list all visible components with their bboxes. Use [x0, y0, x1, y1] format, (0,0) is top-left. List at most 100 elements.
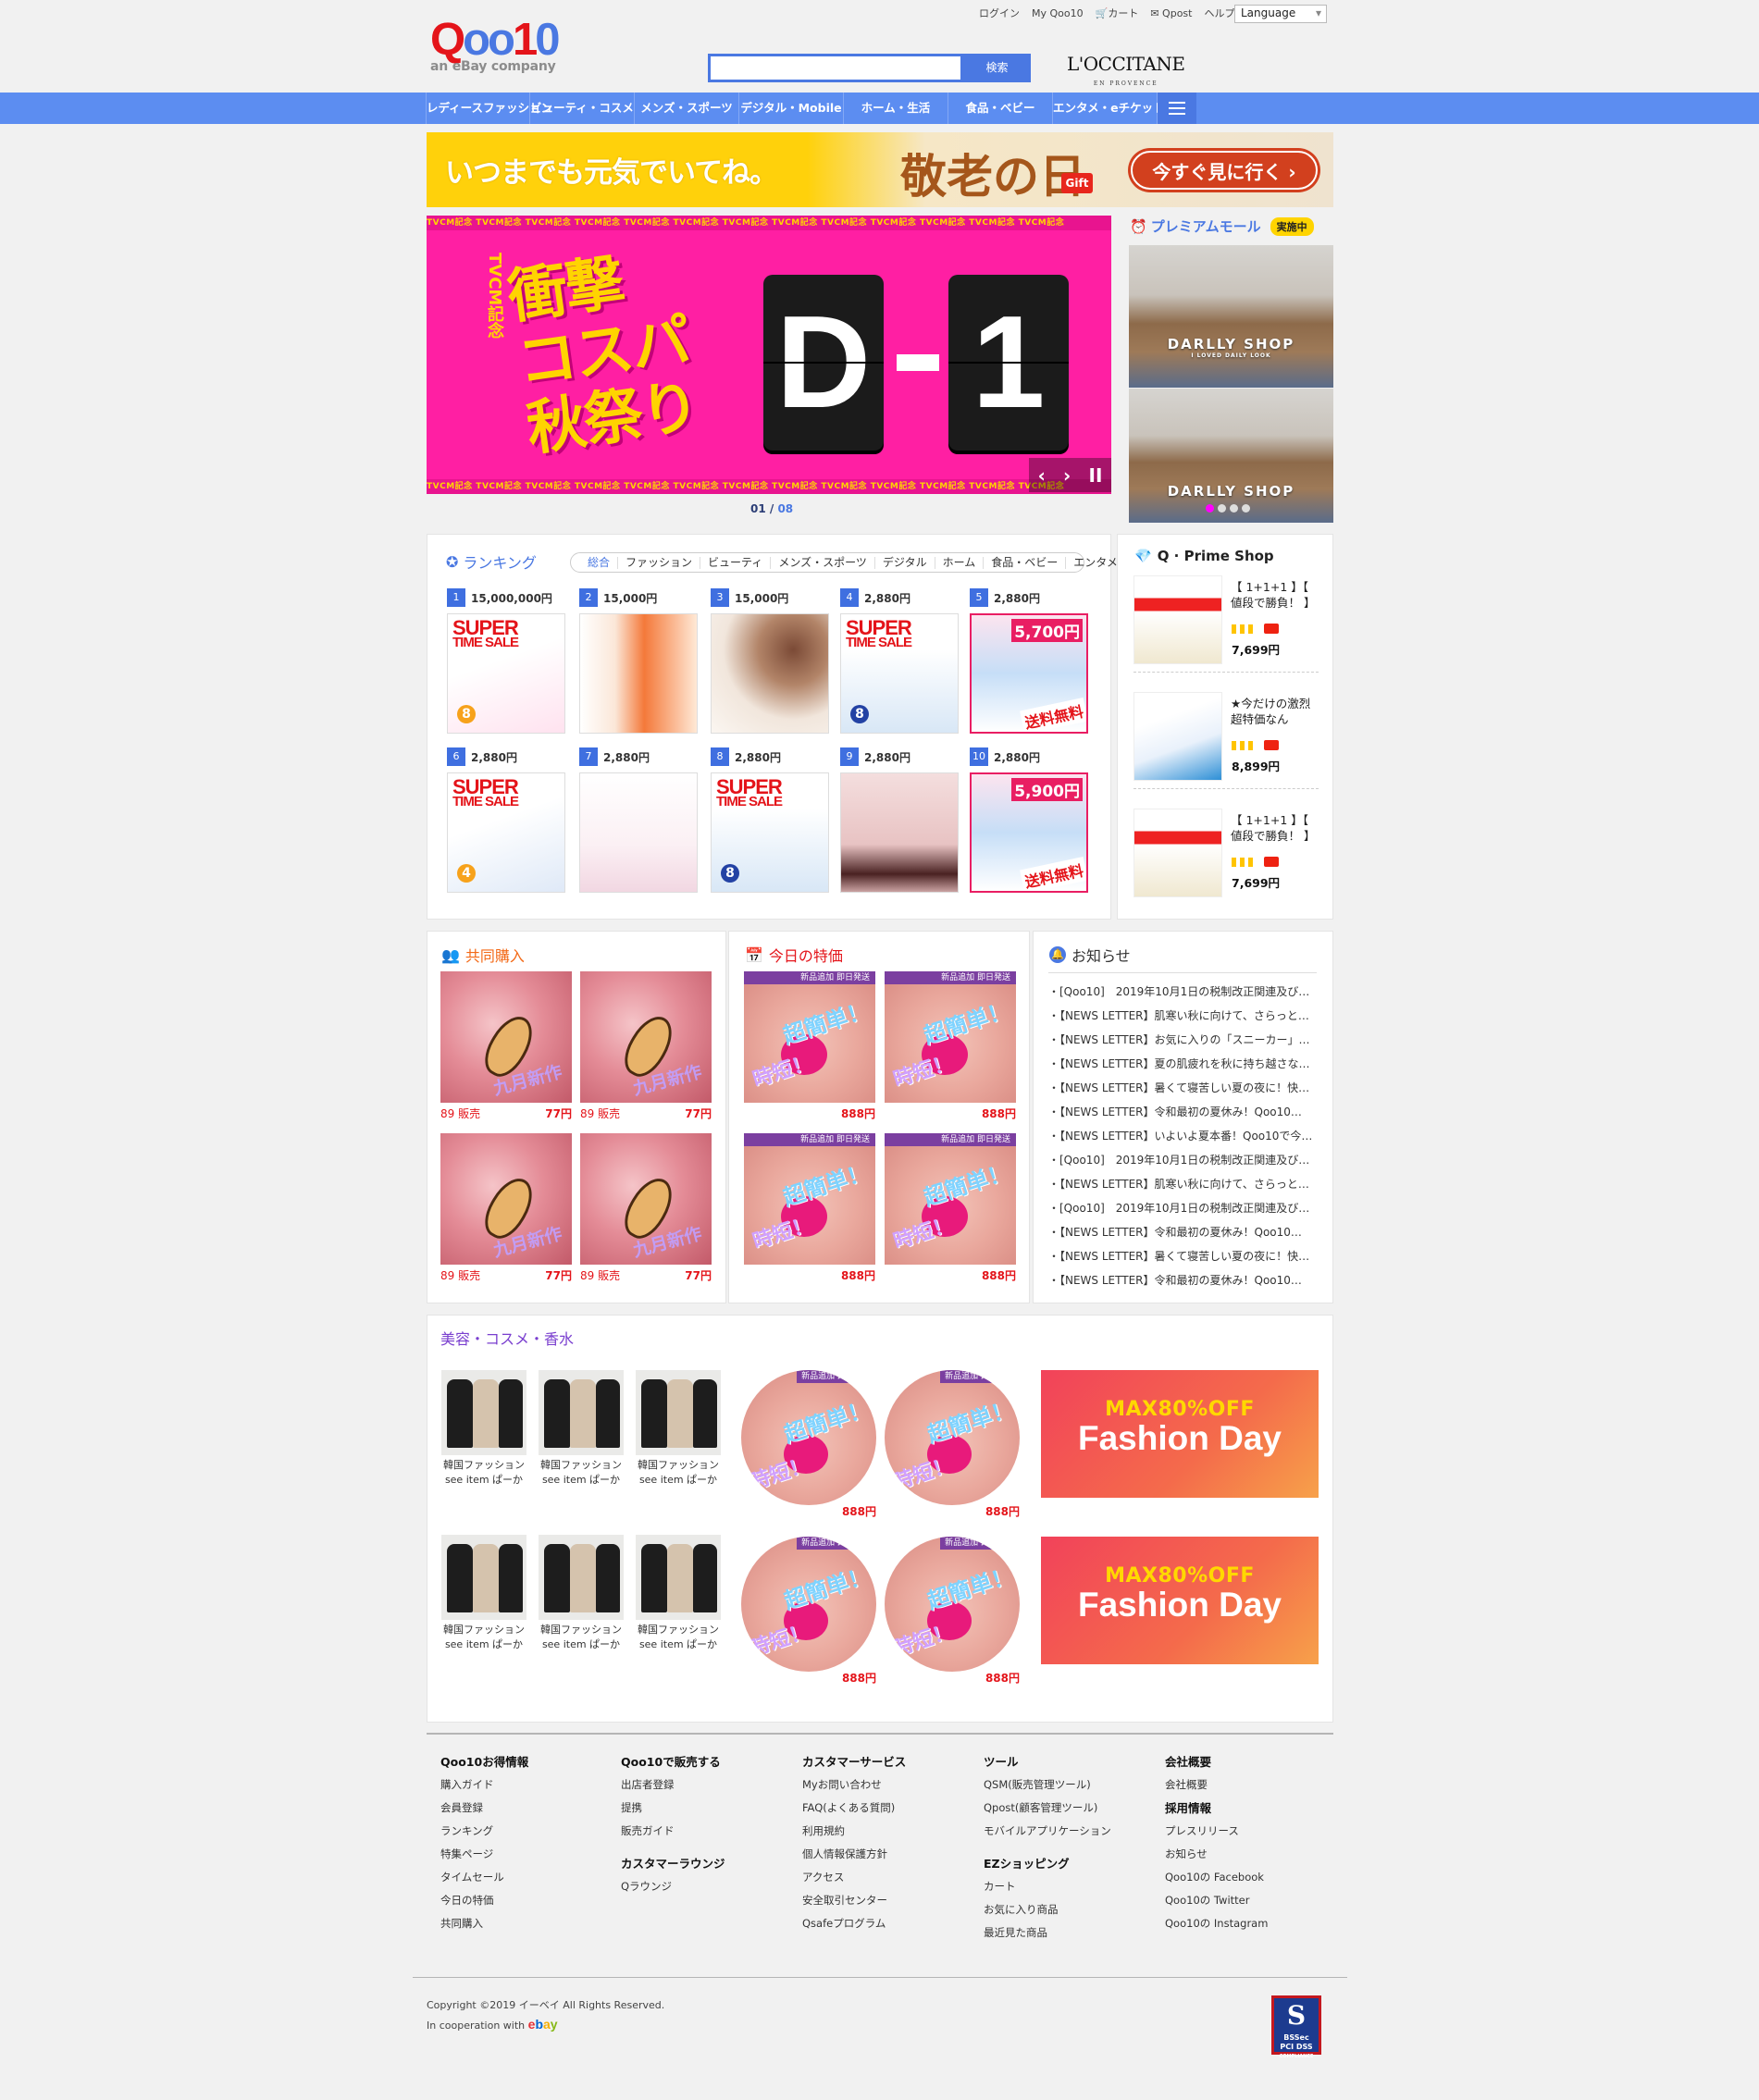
footer-link[interactable]: お知らせ	[1165, 1843, 1268, 1866]
footer-link[interactable]: カート	[984, 1875, 1111, 1898]
rank-tab-fashion[interactable]: ファッション	[617, 556, 700, 569]
fashion-day-banner[interactable]: MAX80%OFF Fashion Day	[1041, 1537, 1319, 1664]
footer-link[interactable]: 会社概要	[1165, 1773, 1268, 1797]
dot[interactable]	[1230, 504, 1238, 513]
ranking-item[interactable]: 8 2,880円 SUPER TIME SALE 8	[711, 747, 831, 893]
qoo10-logo[interactable]: Qoo10 an eBay company	[430, 17, 561, 74]
partner-logo[interactable]: L'OCCITANE EN PROVENCE	[1067, 54, 1185, 94]
help-link[interactable]: ヘルプ	[1204, 6, 1234, 20]
notice-item[interactable]: ・【NEWS LETTER】暑くて寝苦しい夏の夜に！快…	[1048, 1076, 1317, 1100]
footer-link[interactable]: QSM(販売管理ツール)	[984, 1773, 1111, 1797]
footer-link[interactable]: 購入ガイド	[440, 1773, 528, 1797]
dot[interactable]	[1218, 504, 1226, 513]
dot[interactable]	[1242, 504, 1250, 513]
notice-item[interactable]: ・【NEWS LETTER】肌寒い秋に向けて、さらっと羽…	[1048, 1004, 1317, 1028]
footer-link[interactable]: Qsafeプログラム	[802, 1912, 906, 1935]
beauty-item[interactable]: 韓国ファッション see item ぱーか	[539, 1370, 624, 1488]
nav-ladies-fashion[interactable]: レディースファッション	[426, 93, 552, 124]
footer-link[interactable]: 安全取引センター	[802, 1889, 906, 1912]
keiro-promo-banner[interactable]: いつまでも元気でいてね。 敬老の日 Gift 今すぐ見に行く ›	[427, 132, 1333, 207]
nav-mens-sports[interactable]: メンズ・スポーツ	[635, 93, 739, 124]
cart-link[interactable]: 🛒カート	[1096, 6, 1139, 20]
promo-cta-button[interactable]: 今すぐ見に行く ›	[1131, 151, 1318, 190]
premium-mall-image-1[interactable]: DARLLY SHOP I LOVED DAILY LOOK	[1129, 245, 1333, 388]
rank-tab-beauty[interactable]: ビューティ	[700, 556, 770, 569]
footer-link[interactable]: 会員登録	[440, 1797, 528, 1820]
qprime-item[interactable]: 【 1+1+1 】【 値段で勝負！ 】【 7,699円	[1133, 809, 1319, 906]
ranking-item[interactable]: 5 2,880円 5,700円 送料無料	[970, 588, 1090, 734]
footer-link[interactable]: 利用規約	[802, 1820, 906, 1843]
notice-item[interactable]: ・【NEWS LETTER】夏の肌疲れを秋に持ち越さな…	[1048, 1052, 1317, 1076]
footer-link[interactable]: プレスリリース	[1165, 1820, 1268, 1843]
footer-link[interactable]: 特集ページ	[440, 1843, 528, 1866]
group-buy-item[interactable]: 九月新作 89 販売 77円	[440, 971, 572, 1121]
beauty-item[interactable]: 韓国ファッション see item ぱーか	[441, 1370, 526, 1488]
today-deal-item[interactable]: 新品追加 即日発送 超簡単！ 時短！ 888円	[744, 971, 875, 1121]
nav-entertainment[interactable]: エンタメ・eチケット	[1053, 93, 1165, 124]
footer-link[interactable]: 共同購入	[440, 1912, 528, 1935]
footer-link[interactable]: Myお問い合わせ	[802, 1773, 906, 1797]
language-select[interactable]: Language	[1234, 5, 1327, 23]
nav-food-baby[interactable]: 食品・ベビー	[948, 93, 1053, 124]
footer-link[interactable]: 最近見た商品	[984, 1921, 1111, 1945]
premium-mall-image-2[interactable]: DARLLY SHOP	[1129, 389, 1333, 523]
group-buy-item[interactable]: 九月新作 89 販売 77円	[580, 971, 712, 1121]
notice-item[interactable]: ・【NEWS LETTER】令和最初の夏休み！Qoo10…	[1048, 1220, 1317, 1244]
notice-item[interactable]: ・【NEWS LETTER】お気に入りの「スニーカー」を…	[1048, 1028, 1317, 1052]
footer-link[interactable]: タイムセール	[440, 1866, 528, 1889]
today-deal-item[interactable]: 新品追加 即日発送 超簡単！ 時短！ 888円	[744, 1133, 875, 1283]
dot[interactable]	[1206, 504, 1214, 513]
group-buy-item[interactable]: 九月新作 89 販売 77円	[580, 1133, 712, 1283]
circle-deal-item[interactable]: 新品追加 即日発送 超簡単！ 時短！ 888円	[885, 1537, 1020, 1686]
rank-tab-digital[interactable]: デジタル	[873, 556, 935, 569]
ebay-logo[interactable]: ebay	[528, 2017, 558, 2032]
footer-link[interactable]: ランキング	[440, 1820, 528, 1843]
rank-tab-food[interactable]: 食品・ベビー	[983, 556, 1065, 569]
beauty-item[interactable]: 韓国ファッション see item ぱーか	[539, 1535, 624, 1652]
notice-item[interactable]: ・【NEWS LETTER】令和最初の夏休み！Qoo10…	[1048, 1268, 1317, 1292]
rank-tab-all[interactable]: 総合	[580, 556, 617, 569]
footer-link[interactable]: Qラウンジ	[621, 1875, 725, 1898]
premium-mall-title[interactable]: ⏰ プレミアムモール 実施中	[1130, 216, 1314, 236]
notice-item[interactable]: ・【NEWS LETTER】いよいよ夏本番！Qoo10で今…	[1048, 1124, 1317, 1148]
notice-item[interactable]: ・【NEWS LETTER】令和最初の夏休み！Qoo10…	[1048, 1100, 1317, 1124]
footer-link[interactable]: Qoo10の Twitter	[1165, 1889, 1268, 1912]
hamburger-menu-icon[interactable]	[1158, 93, 1196, 124]
today-deal-item[interactable]: 新品追加 即日発送 超簡単！ 時短！ 888円	[885, 971, 1016, 1121]
footer-link[interactable]: Qoo10の Facebook	[1165, 1866, 1268, 1889]
beauty-item[interactable]: 韓国ファッション see item ぱーか	[636, 1535, 721, 1652]
group-buy-item[interactable]: 九月新作 89 販売 77円	[440, 1133, 572, 1283]
beauty-item[interactable]: 韓国ファッション see item ぱーか	[441, 1535, 526, 1652]
fashion-day-banner[interactable]: MAX80%OFF Fashion Day	[1041, 1370, 1319, 1498]
qprime-item[interactable]: 【 1+1+1 】【 値段で勝負！ 】【 7,699円	[1133, 575, 1319, 673]
ranking-item[interactable]: 6 2,880円 SUPER TIME SALE 4	[447, 747, 567, 893]
circle-deal-item[interactable]: 新品追加 即日発送 超簡単！ 時短！ 888円	[741, 1537, 876, 1686]
footer-link[interactable]: 提携	[621, 1797, 725, 1820]
rank-tab-home[interactable]: ホーム	[934, 556, 984, 569]
qprime-item[interactable]: ★今だけの激烈超特価なん 8,899円	[1133, 692, 1319, 789]
nav-digital[interactable]: デジタル・Mobile	[739, 93, 844, 124]
footer-link[interactable]: 個人情報保護方針	[802, 1843, 906, 1866]
notice-item[interactable]: ・[Qoo10] 2019年10月1日の税制改正関連及び…	[1048, 1196, 1317, 1220]
nav-beauty[interactable]: ビューティ・コスメ	[530, 93, 635, 124]
next-arrow-icon[interactable]: ›	[1063, 464, 1071, 487]
hero-carousel[interactable]: TVCM記念 TVCM記念 TVCM記念 TVCM記念 TVCM記念 TVCM記…	[427, 216, 1111, 494]
footer-link[interactable]: FAQ(よくある質問)	[802, 1797, 906, 1820]
ranking-item[interactable]: 1 15,000,000円 SUPER TIME SALE 8	[447, 588, 567, 734]
ranking-item[interactable]: 10 2,880円 5,900円 送料無料	[970, 747, 1090, 893]
footer-link[interactable]: モバイルアプリケーション	[984, 1820, 1111, 1843]
notice-item[interactable]: ・【NEWS LETTER】暑くて寝苦しい夏の夜に！快…	[1048, 1244, 1317, 1268]
pause-icon[interactable]: II	[1089, 464, 1103, 487]
footer-link[interactable]: アクセス	[802, 1866, 906, 1889]
notice-item[interactable]: ・【NEWS LETTER】肌寒い秋に向けて、さらっと羽…	[1048, 1172, 1317, 1196]
search-button[interactable]: 検索	[963, 54, 1031, 82]
beauty-title[interactable]: 美容・コスメ・香水	[440, 1327, 574, 1349]
pci-dss-badge[interactable]: S BSSec PCI DSS COMPLIANCE	[1271, 1995, 1321, 2059]
login-link[interactable]: ログイン	[979, 6, 1020, 20]
today-deal-item[interactable]: 新品追加 即日発送 超簡単！ 時短！ 888円	[885, 1133, 1016, 1283]
footer-link[interactable]: Qpost(顧客管理ツール)	[984, 1797, 1111, 1820]
ranking-item[interactable]: 2 15,000円	[579, 588, 700, 734]
circle-deal-item[interactable]: 新品追加 即日発送 超簡単！ 時短！ 888円	[885, 1370, 1020, 1519]
footer-link[interactable]: 販売ガイド	[621, 1820, 725, 1843]
ranking-item[interactable]: 7 2,880円	[579, 747, 700, 893]
